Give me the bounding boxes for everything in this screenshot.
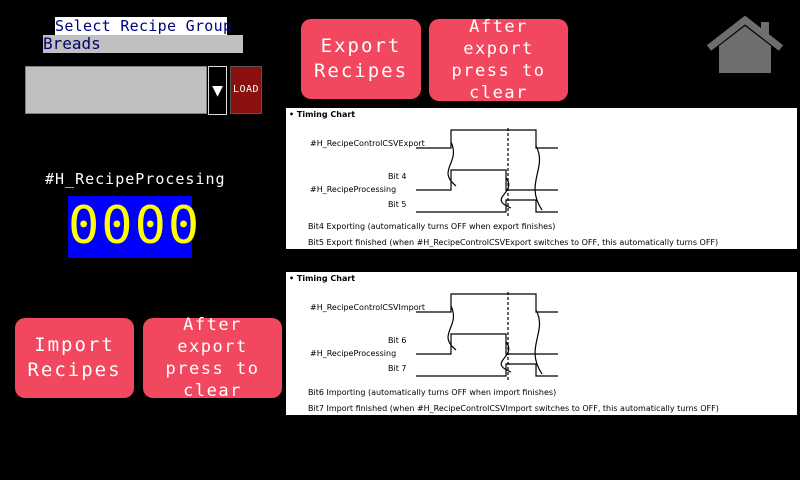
signal-main-label: #H_RecipeControlCSVImport	[310, 303, 426, 312]
bit-a-label: Bit 6	[388, 336, 407, 345]
recipe-processing-label: #H_RecipeProcesing	[45, 170, 226, 188]
home-icon	[706, 15, 784, 73]
dropdown-arrow-icon[interactable]: ▼	[208, 66, 227, 115]
chart-note-1: Bit4 Exporting (automatically turns OFF …	[308, 222, 556, 231]
recipe-processing-value: 0000	[68, 196, 202, 258]
chart-note-2: Bit5 Export finished (when #H_RecipeCont…	[308, 238, 719, 247]
import-clear-button[interactable]: After export press to clear	[143, 315, 282, 401]
export-timing-chart: • Timing Chart #H_RecipeControlCSVExport…	[286, 108, 797, 249]
bit-b-label: Bit 5	[388, 200, 407, 209]
selected-group-display: Breads	[43, 35, 243, 53]
export-recipes-button[interactable]: Export Recipes	[301, 19, 421, 99]
chart-note-2: Bit7 Import finished (when #H_RecipeCont…	[308, 404, 719, 413]
import-recipes-button[interactable]: Import Recipes	[15, 318, 134, 398]
export-clear-button[interactable]: After export press to clear	[429, 17, 568, 103]
home-button[interactable]	[705, 15, 785, 76]
bit-a-label: Bit 4	[388, 172, 407, 181]
signal-processing-label: #H_RecipeProcessing	[310, 185, 397, 194]
signal-main-label: #H_RecipeControlCSVExport	[310, 139, 425, 148]
chart-note-1: Bit6 Importing (automatically turns OFF …	[308, 388, 557, 397]
load-button[interactable]: LOAD	[230, 66, 262, 114]
import-timing-chart: • Timing Chart #H_RecipeControlCSVImport…	[286, 272, 797, 415]
signal-processing-label: #H_RecipeProcessing	[310, 349, 397, 358]
recipe-group-title: Select Recipe Group	[55, 17, 233, 35]
recipe-combobox-field[interactable]	[25, 66, 207, 114]
bit-b-label: Bit 7	[388, 364, 407, 373]
recipe-combobox[interactable]: ▼	[24, 65, 228, 116]
